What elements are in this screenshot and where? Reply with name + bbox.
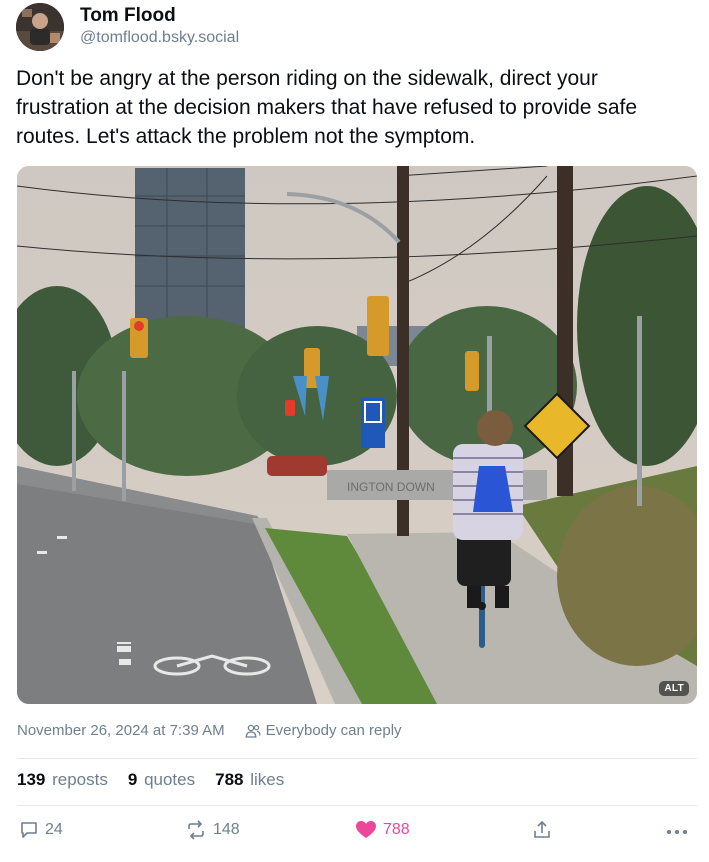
reply-count: 24 <box>45 821 63 838</box>
post-meta: November 26, 2024 at 7:39 AM Everybody c… <box>17 722 402 739</box>
more-options-button[interactable] <box>665 820 695 840</box>
wall-sign-text: INGTON DOWN <box>347 480 435 494</box>
share-icon <box>534 820 550 838</box>
like-button[interactable]: 788 <box>355 820 410 840</box>
reply-button[interactable]: 24 <box>19 820 63 840</box>
quotes-label: quotes <box>144 770 196 789</box>
quotes-stat[interactable]: 9 quotes <box>128 770 195 790</box>
reply-icon <box>21 822 37 838</box>
engagement-stats: 139 reposts 9 quotes 788 likes <box>17 770 304 790</box>
likes-label: likes <box>250 770 285 789</box>
reply-setting-label: Everybody can reply <box>265 722 402 739</box>
reposts-label: reposts <box>52 770 108 789</box>
author-display-name[interactable]: Tom Flood <box>80 5 239 27</box>
likes-count: 788 <box>215 770 244 789</box>
repost-button[interactable]: 148 <box>185 820 240 840</box>
share-button[interactable] <box>532 820 558 840</box>
author-handle[interactable]: @tomflood.bsky.social <box>80 27 239 49</box>
alt-text-badge[interactable]: ALT <box>659 681 689 696</box>
post-text: Don't be angry at the person riding on t… <box>16 67 638 148</box>
heart-icon <box>356 821 376 838</box>
people-icon <box>245 724 261 738</box>
reply-setting[interactable]: Everybody can reply <box>245 722 402 739</box>
avatar[interactable] <box>16 3 64 51</box>
quotes-count: 9 <box>127 770 138 789</box>
more-dots-icon <box>667 830 687 834</box>
repost-count: 148 <box>213 821 240 838</box>
action-bar: 24 148 788 <box>17 820 697 850</box>
repost-icon <box>188 820 204 840</box>
like-count: 788 <box>383 821 410 838</box>
reposts-stat[interactable]: 139 reposts <box>17 770 108 790</box>
divider <box>17 805 697 806</box>
likes-stat[interactable]: 788 likes <box>215 770 284 790</box>
reposts-count: 139 <box>17 770 46 789</box>
post-header: Tom Flood @tomflood.bsky.social <box>16 2 239 52</box>
post-timestamp[interactable]: November 26, 2024 at 7:39 AM <box>17 722 225 739</box>
divider <box>17 758 697 759</box>
post-image[interactable]: INGTON DOWN ALT <box>17 166 697 704</box>
